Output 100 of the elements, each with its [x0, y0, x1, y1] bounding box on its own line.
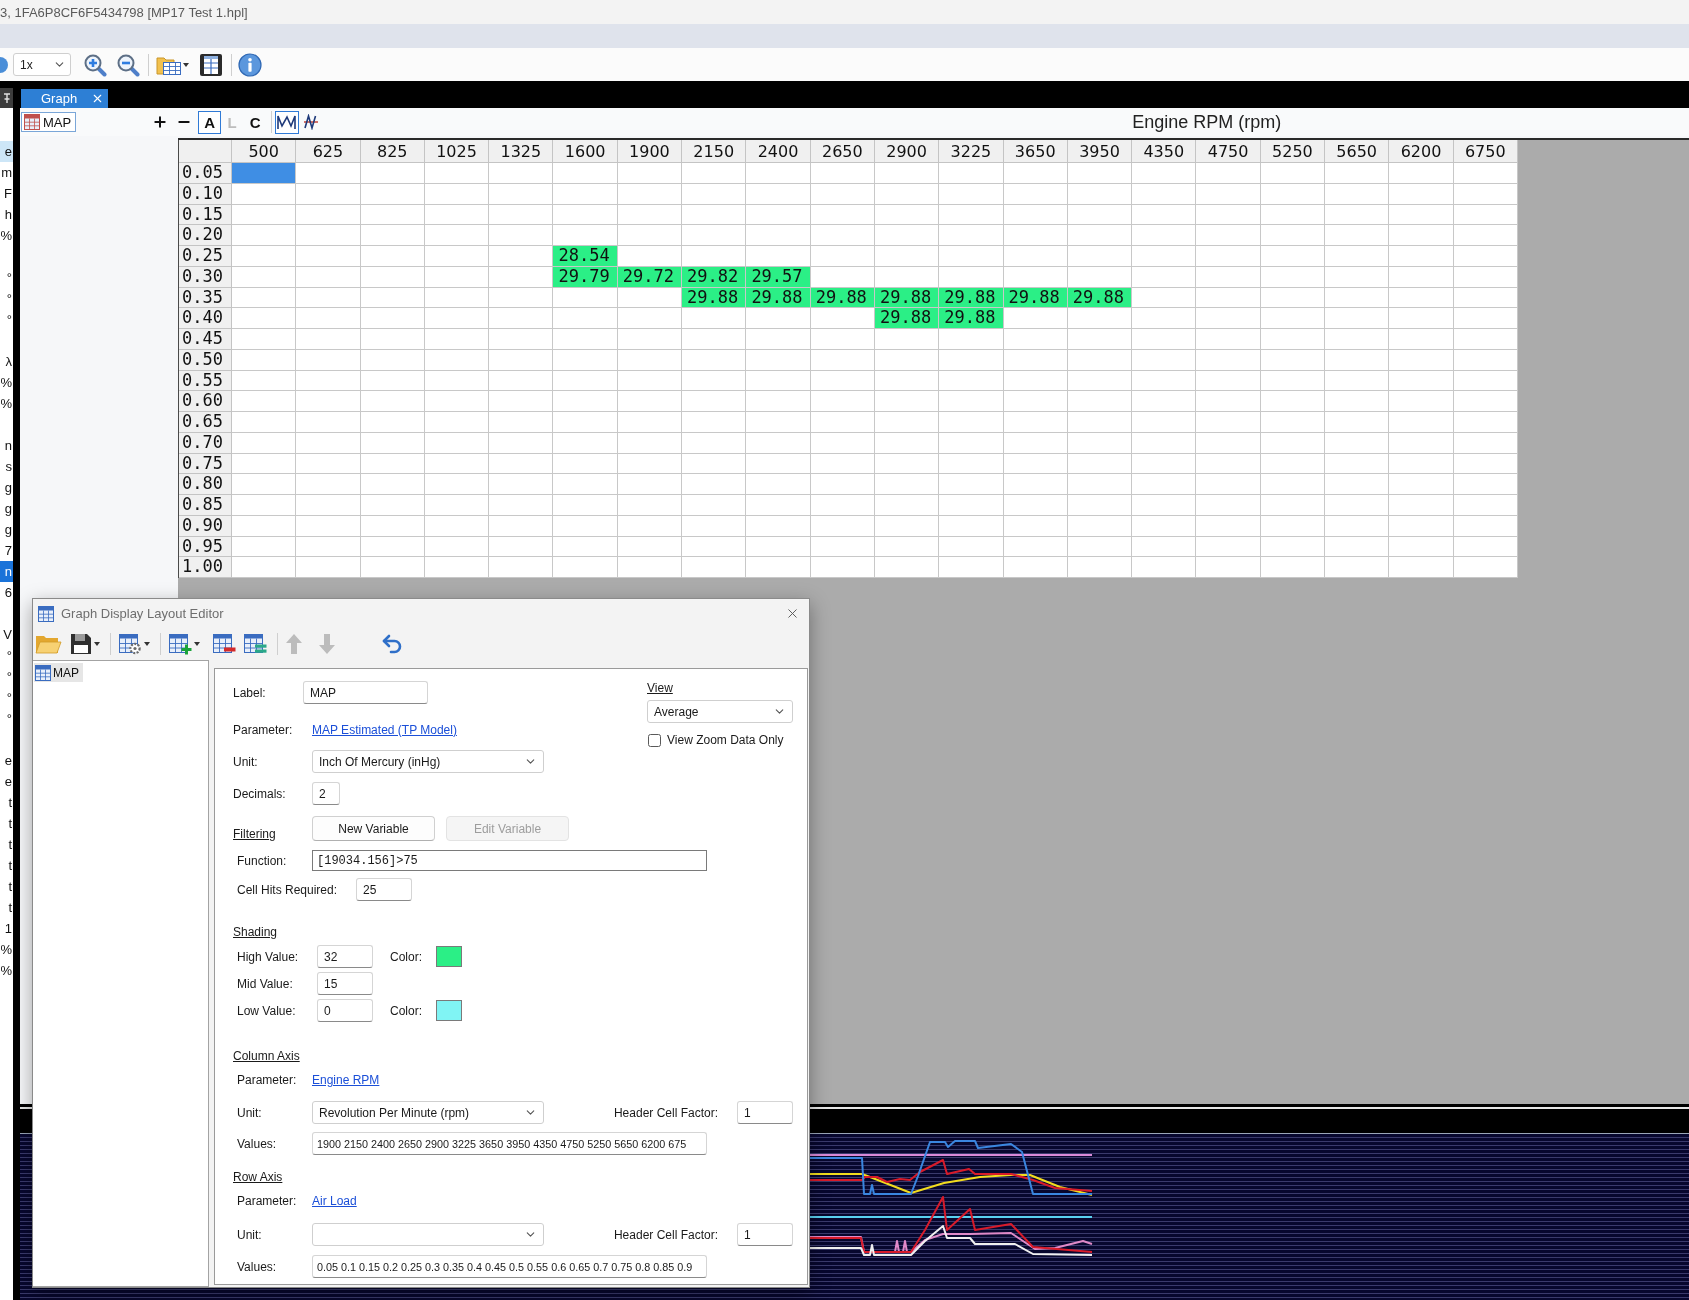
table-cell[interactable] [1325, 204, 1390, 226]
table-cell[interactable] [553, 225, 618, 246]
value-field[interactable]: 15 [317, 972, 373, 995]
table-cell[interactable] [553, 536, 618, 558]
table-cell[interactable] [296, 225, 361, 246]
table-cell[interactable] [1325, 557, 1390, 578]
cell-hits-field[interactable]: 25 [356, 878, 412, 901]
table-cell[interactable] [939, 370, 1004, 392]
table-cell[interactable] [617, 225, 683, 246]
table-cell[interactable] [746, 432, 811, 454]
map-button[interactable]: MAP [21, 112, 77, 132]
header-factor-field[interactable]: 1 [737, 1101, 793, 1124]
table-cell[interactable] [489, 287, 554, 309]
table-cell[interactable] [1003, 557, 1068, 578]
table-cell[interactable] [1389, 453, 1454, 475]
table-cell[interactable] [939, 329, 1004, 350]
table-cell[interactable] [232, 495, 297, 516]
table-cell[interactable] [939, 412, 1004, 433]
table-cell[interactable] [1132, 432, 1197, 454]
table-cell[interactable] [1325, 183, 1390, 205]
grid-gear-icon[interactable] [118, 633, 142, 655]
table-cell[interactable] [1453, 412, 1518, 433]
table-cell[interactable] [1389, 246, 1454, 267]
table-cell[interactable] [1067, 557, 1133, 578]
table-cell[interactable] [1389, 412, 1454, 433]
table-cell[interactable] [1196, 474, 1261, 495]
zoom-dropdown[interactable]: 1x [13, 53, 71, 76]
table-cell[interactable] [874, 163, 940, 184]
table-cell[interactable] [424, 557, 490, 578]
table-cell[interactable] [1453, 246, 1518, 267]
table-cell[interactable] [1389, 183, 1454, 205]
table-cell[interactable] [489, 266, 554, 288]
values-field[interactable]: 1900 2150 2400 2650 2900 3225 3650 3950 4350 4750 5250 5650 6200 675 [312, 1132, 707, 1155]
table-cell[interactable] [1453, 557, 1518, 578]
table-cell[interactable] [1132, 412, 1197, 433]
table-cell[interactable] [553, 287, 618, 309]
grid-plus-icon[interactable] [168, 633, 192, 655]
table-cell[interactable] [1067, 163, 1133, 184]
table-cell[interactable] [553, 204, 618, 226]
table-cell[interactable] [1453, 329, 1518, 350]
table-cell[interactable] [1196, 391, 1261, 412]
table-cell[interactable] [746, 515, 811, 537]
table-cell[interactable] [810, 474, 875, 495]
view-toggle[interactable] [275, 110, 300, 134]
table-cell[interactable] [232, 557, 297, 578]
table-cell[interactable] [939, 432, 1004, 454]
table-cell[interactable] [810, 412, 875, 433]
table-cell[interactable] [1260, 474, 1326, 495]
table-cell[interactable] [939, 183, 1004, 205]
table-cell[interactable] [489, 432, 554, 454]
save-icon[interactable] [199, 52, 223, 77]
table-cell[interactable] [1132, 163, 1197, 184]
table-cell[interactable] [296, 204, 361, 226]
parameter-link[interactable]: Air Load [312, 1194, 357, 1208]
table-cell[interactable] [810, 329, 875, 350]
table-cell[interactable] [1196, 557, 1261, 578]
table-cell[interactable] [1132, 495, 1197, 516]
table-cell[interactable] [1003, 391, 1068, 412]
unit-dropdown[interactable] [312, 1223, 544, 1246]
table-cell[interactable] [1132, 557, 1197, 578]
table-cell[interactable] [810, 308, 875, 329]
table-cell[interactable] [553, 329, 618, 350]
table-cell[interactable] [296, 412, 361, 433]
table-cell[interactable] [1132, 474, 1197, 495]
table-cell[interactable] [1260, 557, 1326, 578]
table-cell[interactable] [232, 308, 297, 329]
table-cell[interactable] [232, 204, 297, 226]
table-cell[interactable] [1325, 474, 1390, 495]
table-cell[interactable] [1003, 308, 1068, 329]
table-cell[interactable] [1196, 246, 1261, 267]
table-cell[interactable] [1132, 225, 1197, 246]
table-cell[interactable] [746, 204, 811, 226]
table-cell[interactable]: 29.88 [682, 287, 747, 309]
view-dropdown[interactable]: Average [647, 700, 793, 723]
table-cell[interactable] [489, 495, 554, 516]
table-cell[interactable] [232, 349, 297, 371]
table-cell[interactable] [1132, 308, 1197, 329]
table-cell[interactable] [1196, 308, 1261, 329]
table-cell[interactable] [810, 246, 875, 267]
table-cell[interactable] [1003, 225, 1068, 246]
table-cell[interactable] [360, 329, 425, 350]
value-field[interactable]: 32 [317, 945, 373, 968]
table-cell[interactable]: 29.57 [746, 266, 811, 288]
table-cell[interactable] [1260, 391, 1326, 412]
table-cell[interactable] [1260, 412, 1326, 433]
parameter-link[interactable]: Engine RPM [312, 1073, 380, 1087]
table-cell[interactable] [617, 329, 683, 350]
table-cell[interactable] [424, 308, 490, 329]
table-cell[interactable] [553, 557, 618, 578]
table-cell[interactable] [1132, 453, 1197, 475]
zoom-out-icon[interactable] [116, 52, 140, 77]
table-cell[interactable] [232, 266, 297, 288]
table-cell[interactable] [874, 495, 940, 516]
table-cell[interactable] [682, 412, 747, 433]
table-cell[interactable] [1389, 349, 1454, 371]
table-cell[interactable] [1325, 246, 1390, 267]
table-cell[interactable] [489, 515, 554, 537]
table-cell[interactable] [489, 474, 554, 495]
table-cell[interactable] [489, 329, 554, 350]
table-cell[interactable]: 29.79 [553, 266, 618, 288]
